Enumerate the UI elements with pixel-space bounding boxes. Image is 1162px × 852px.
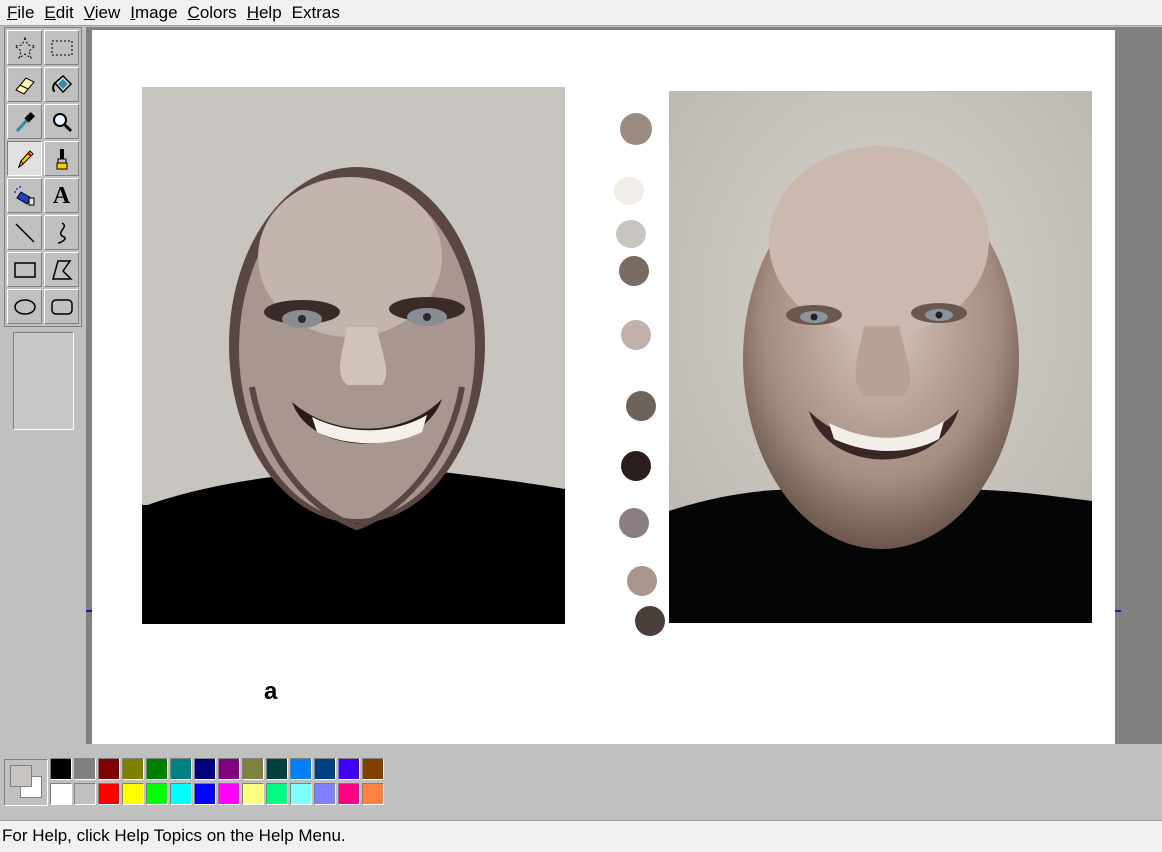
current-colors-indicator[interactable] bbox=[4, 759, 48, 806]
eraser-icon bbox=[14, 76, 35, 95]
foreground-color-swatch[interactable] bbox=[10, 765, 32, 787]
tool-pick-color[interactable] bbox=[7, 104, 42, 139]
swatch-dot bbox=[619, 256, 649, 286]
palette-color-cell[interactable] bbox=[50, 783, 72, 805]
menu-view[interactable]: View bbox=[79, 1, 126, 25]
tool-free-form-select[interactable] bbox=[7, 30, 42, 65]
palette-color-cell[interactable] bbox=[362, 758, 384, 780]
menu-bar: File Edit View Image Colors Help Extras bbox=[0, 0, 1162, 26]
menu-image[interactable]: Image bbox=[125, 1, 182, 25]
rect-select-icon bbox=[51, 40, 72, 55]
tool-brush[interactable] bbox=[44, 141, 79, 176]
palette-color-cell[interactable] bbox=[74, 783, 96, 805]
tool-box: A bbox=[4, 27, 82, 327]
magnifier-icon bbox=[52, 112, 72, 132]
tool-magnifier[interactable] bbox=[44, 104, 79, 139]
palette-color-cell[interactable] bbox=[242, 783, 264, 805]
tool-line[interactable] bbox=[7, 215, 42, 250]
palette-color-cell[interactable] bbox=[122, 758, 144, 780]
swatch-dot bbox=[627, 566, 657, 596]
palette-color-cell[interactable] bbox=[290, 758, 312, 780]
color-palette bbox=[50, 756, 388, 808]
swatch-dot bbox=[616, 220, 646, 248]
status-help-text: For Help, click Help Topics on the Help … bbox=[2, 826, 346, 845]
eyedropper-icon bbox=[15, 111, 35, 132]
menu-extras[interactable]: Extras bbox=[287, 1, 345, 25]
curve-icon bbox=[57, 221, 66, 244]
menu-edit[interactable]: Edit bbox=[39, 1, 78, 25]
ellipse-icon bbox=[13, 298, 36, 315]
canvas-area[interactable]: a bbox=[86, 27, 1162, 744]
line-icon bbox=[14, 222, 35, 243]
brush-icon bbox=[56, 148, 67, 169]
palette-color-cell[interactable] bbox=[314, 758, 336, 780]
swatch-dot bbox=[621, 451, 651, 481]
menu-file[interactable]: File bbox=[2, 1, 39, 25]
palette-color-cell[interactable] bbox=[146, 758, 168, 780]
palette-color-cell[interactable] bbox=[266, 758, 288, 780]
tool-ellipse[interactable] bbox=[7, 289, 42, 324]
rounded-rectangle-icon bbox=[50, 298, 73, 315]
tool-rectangle[interactable] bbox=[7, 252, 42, 287]
palette-color-cell[interactable] bbox=[98, 758, 120, 780]
palette-color-cell[interactable] bbox=[122, 783, 144, 805]
tool-fill[interactable] bbox=[44, 67, 79, 102]
swatch-dot bbox=[614, 177, 644, 205]
menu-help[interactable]: Help bbox=[242, 1, 287, 25]
polygon-icon bbox=[51, 259, 73, 280]
swatch-dot bbox=[621, 320, 651, 350]
tool-rounded-rectangle[interactable] bbox=[44, 289, 79, 324]
tool-eraser[interactable] bbox=[7, 67, 42, 102]
text-icon: A bbox=[52, 182, 71, 209]
palette-color-cell[interactable] bbox=[146, 783, 168, 805]
palette-color-cell[interactable] bbox=[338, 758, 360, 780]
tool-curve[interactable] bbox=[44, 215, 79, 250]
rectangle-icon bbox=[13, 261, 36, 278]
palette-color-cell[interactable] bbox=[362, 783, 384, 805]
palette-color-cell[interactable] bbox=[74, 758, 96, 780]
tool-select[interactable] bbox=[44, 30, 79, 65]
tool-text[interactable]: A bbox=[44, 178, 79, 213]
palette-color-cell[interactable] bbox=[98, 783, 120, 805]
palette-color-cell[interactable] bbox=[242, 758, 264, 780]
palette-color-cell[interactable] bbox=[218, 758, 240, 780]
menu-colors[interactable]: Colors bbox=[183, 1, 242, 25]
palette-color-cell[interactable] bbox=[266, 783, 288, 805]
palette-color-cell[interactable] bbox=[314, 783, 336, 805]
palette-color-cell[interactable] bbox=[290, 783, 312, 805]
canvas-caption-label: a bbox=[264, 678, 278, 705]
portrait-photo-image bbox=[669, 91, 1092, 623]
pencil-icon bbox=[17, 149, 34, 168]
swatch-dot bbox=[635, 606, 665, 636]
color-box bbox=[0, 752, 1162, 810]
canvas-resize-handle-right[interactable] bbox=[1115, 610, 1121, 612]
swatch-dot bbox=[626, 391, 656, 421]
swatch-dot bbox=[620, 113, 652, 145]
tool-pencil[interactable] bbox=[7, 141, 42, 176]
canvas-resize-handle-left[interactable] bbox=[86, 610, 92, 612]
star-select-icon bbox=[13, 36, 36, 59]
paint-bucket-icon bbox=[51, 74, 72, 93]
swatch-dot bbox=[619, 508, 649, 538]
palette-color-cell[interactable] bbox=[170, 758, 192, 780]
tool-airbrush[interactable] bbox=[7, 178, 42, 213]
palette-color-cell[interactable] bbox=[194, 783, 216, 805]
posterized-portrait-image bbox=[142, 87, 565, 624]
palette-color-cell[interactable] bbox=[50, 758, 72, 780]
drawing-canvas[interactable]: a bbox=[92, 30, 1115, 744]
palette-color-cell[interactable] bbox=[218, 783, 240, 805]
palette-color-cell[interactable] bbox=[194, 758, 216, 780]
status-bar: For Help, click Help Topics on the Help … bbox=[0, 820, 1162, 852]
airbrush-icon bbox=[13, 185, 34, 205]
palette-color-cell[interactable] bbox=[338, 783, 360, 805]
palette-color-cell[interactable] bbox=[170, 783, 192, 805]
tool-options-panel[interactable] bbox=[13, 332, 74, 430]
tool-polygon[interactable] bbox=[44, 252, 79, 287]
